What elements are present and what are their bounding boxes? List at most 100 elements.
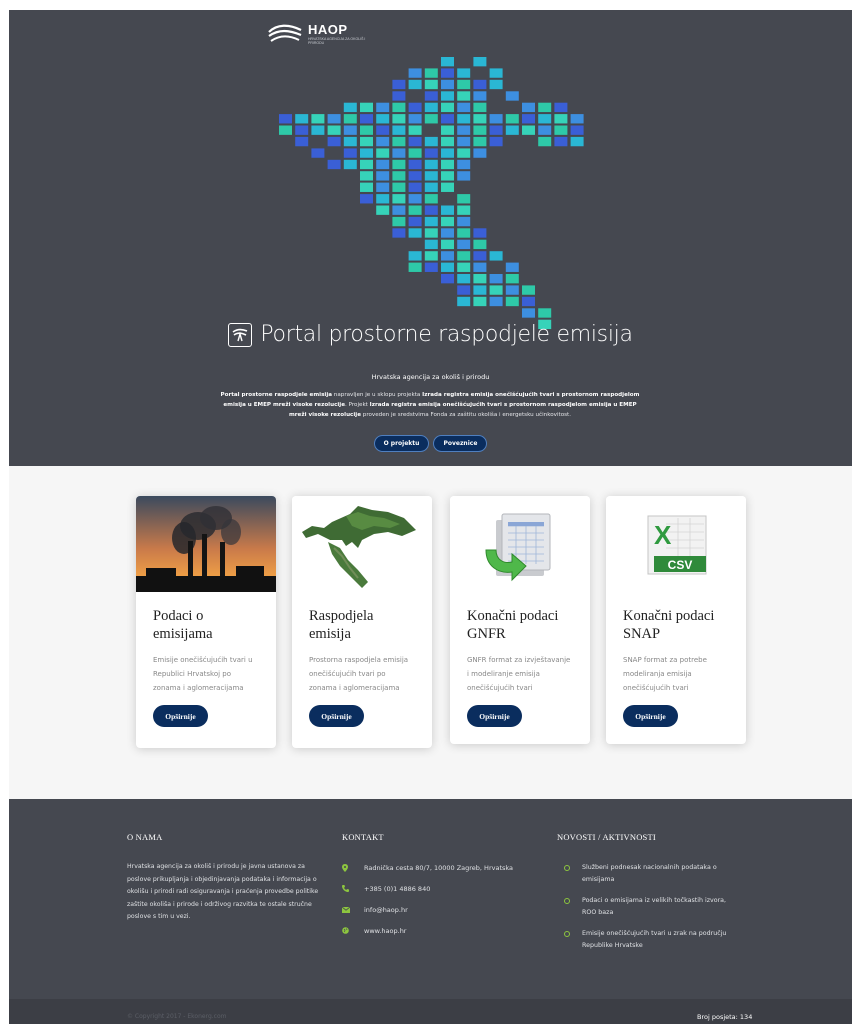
map-pixel bbox=[327, 159, 341, 170]
read-more-button[interactable]: Opširnije bbox=[153, 705, 208, 727]
map-pixel bbox=[538, 114, 552, 124]
map-pixel bbox=[538, 136, 552, 147]
map-pixel bbox=[376, 136, 390, 147]
map-pixel bbox=[392, 136, 406, 147]
map-pixel bbox=[457, 171, 471, 181]
map-pixel bbox=[408, 262, 422, 272]
footer-bottom-bar: © Copyright 2017 - Ekonerg.com Broj posj… bbox=[9, 999, 852, 1024]
map-pixel bbox=[311, 114, 325, 124]
map-pixel bbox=[522, 125, 535, 135]
desc-text-1: napravljen je u sklopu projekta bbox=[332, 392, 423, 398]
map-pixel bbox=[457, 194, 471, 204]
map-pixel bbox=[424, 182, 438, 192]
map-pixel bbox=[408, 114, 422, 124]
map-pixel bbox=[360, 102, 373, 113]
map-pixel bbox=[408, 171, 422, 181]
contact-web[interactable]: www.haop.hr bbox=[342, 925, 513, 936]
map-pixel bbox=[441, 125, 454, 135]
card-title: Konačni podaci SNAP bbox=[623, 608, 715, 642]
news-item[interactable]: Službeni podnesak nacionalnih podataka o… bbox=[557, 862, 757, 886]
map-pixel bbox=[441, 251, 454, 261]
links-button[interactable]: Poveznice bbox=[433, 435, 488, 452]
haop-logo[interactable]: HAOP HRVATSKA AGENCIJA ZA OKOLIŠ I PRIRO… bbox=[267, 22, 368, 48]
map-pixel bbox=[489, 136, 503, 147]
map-pixel bbox=[343, 136, 357, 147]
map-pixel bbox=[392, 148, 406, 158]
map-pixel bbox=[489, 125, 503, 135]
map-pixel bbox=[457, 148, 471, 158]
map-pixel bbox=[441, 79, 454, 90]
map-pixel bbox=[376, 125, 390, 135]
contact-email[interactable]: info@haop.hr bbox=[342, 904, 513, 915]
card-final-data-snap[interactable]: CSV X Konačni podaci SNAP SNAP format za… bbox=[606, 496, 746, 744]
contact-phone[interactable]: +385 (0)1 4886 840 bbox=[342, 883, 513, 894]
news-item[interactable]: Emisije onečišćujućih tvari u zrak na po… bbox=[557, 928, 757, 952]
map-pixel bbox=[457, 239, 471, 250]
card-final-data-gnfr[interactable]: Konačni podaci GNFR GNFR format za izvje… bbox=[450, 496, 590, 744]
footer-news-heading: NOVOSTI / AKTIVNOSTI bbox=[557, 832, 656, 842]
map-pixel bbox=[522, 285, 535, 295]
news-item[interactable]: Podaci o emisijama iz velikih točkastih … bbox=[557, 895, 757, 919]
map-pixel bbox=[343, 125, 357, 135]
map-pixel bbox=[392, 91, 406, 101]
location-pin-icon bbox=[342, 863, 364, 872]
map-pixel bbox=[473, 148, 487, 158]
map-pixel bbox=[392, 125, 406, 135]
map-pixel bbox=[473, 296, 487, 307]
read-more-button[interactable]: Opširnije bbox=[623, 705, 678, 727]
map-pixel bbox=[376, 148, 390, 158]
excel-csv-icon: CSV X bbox=[606, 496, 746, 592]
map-pixel bbox=[554, 102, 568, 113]
about-project-button[interactable]: O projektu bbox=[373, 435, 430, 452]
card-description: Emisije onečišćujućih tvari u Republici … bbox=[153, 656, 253, 692]
map-pixel bbox=[441, 57, 454, 67]
read-more-button[interactable]: Opširnije bbox=[309, 705, 364, 727]
map-pixel bbox=[392, 216, 406, 227]
map-pixel bbox=[376, 194, 390, 204]
map-pixel bbox=[457, 274, 471, 284]
croatia-map-image bbox=[292, 496, 432, 592]
map-pixel bbox=[392, 159, 406, 170]
desc-bold-1: Portal prostorne raspodjele emisija bbox=[220, 392, 333, 398]
map-pixel bbox=[424, 171, 438, 181]
map-pixel bbox=[441, 228, 454, 238]
map-pixel bbox=[473, 102, 487, 113]
hero-subtitle: Hrvatska agencija za okoliš i prirodu bbox=[371, 373, 490, 381]
map-pixel bbox=[343, 148, 357, 158]
map-pixel bbox=[376, 182, 390, 192]
map-pixel bbox=[554, 114, 568, 124]
map-pixel bbox=[473, 262, 487, 272]
map-pixel bbox=[360, 136, 373, 147]
hero-title-row: Portal prostorne raspodjele emisija bbox=[9, 322, 852, 347]
card-emission-data[interactable]: Podaci o emisijama Emisije onečišćujućih… bbox=[136, 496, 276, 748]
map-pixel bbox=[441, 136, 454, 147]
map-pixel bbox=[408, 205, 422, 215]
map-pixel bbox=[457, 159, 471, 170]
map-pixel bbox=[457, 251, 471, 261]
contact-address: Radnička cesta 80/7, 10000 Zagreb, Hrvat… bbox=[342, 862, 513, 873]
map-pixel bbox=[473, 228, 487, 238]
map-pixel bbox=[424, 68, 438, 78]
phone-icon bbox=[342, 885, 364, 892]
footer-news: NOVOSTI / AKTIVNOSTI Službeni podnesak n… bbox=[557, 832, 757, 952]
card-description: SNAP format za potrebe modeliranja emisi… bbox=[623, 656, 707, 692]
logo-subtitle: HRVATSKA AGENCIJA ZA OKOLIŠ I PRIRODU bbox=[308, 37, 366, 45]
map-pixel bbox=[489, 114, 503, 124]
visit-counter: Broj posjeta: 134 bbox=[697, 1013, 753, 1021]
map-pixel bbox=[327, 114, 341, 124]
map-pixel bbox=[376, 159, 390, 170]
map-pixel bbox=[424, 114, 438, 124]
map-pixel bbox=[473, 285, 487, 295]
map-pixel bbox=[441, 102, 454, 113]
read-more-button[interactable]: Opširnije bbox=[467, 705, 522, 727]
card-emission-distribution[interactable]: Raspodjela emisija Prostorna raspodjela … bbox=[292, 496, 432, 748]
map-pixel bbox=[295, 136, 309, 147]
map-pixel bbox=[505, 125, 519, 135]
bullet-circle-icon bbox=[564, 898, 570, 904]
map-pixel bbox=[311, 148, 325, 158]
map-pixel bbox=[457, 68, 471, 78]
logo-title: HAOP bbox=[308, 22, 348, 37]
map-pixel bbox=[441, 148, 454, 158]
map-pixel bbox=[489, 79, 503, 90]
excel-x-letter: X bbox=[654, 520, 672, 550]
